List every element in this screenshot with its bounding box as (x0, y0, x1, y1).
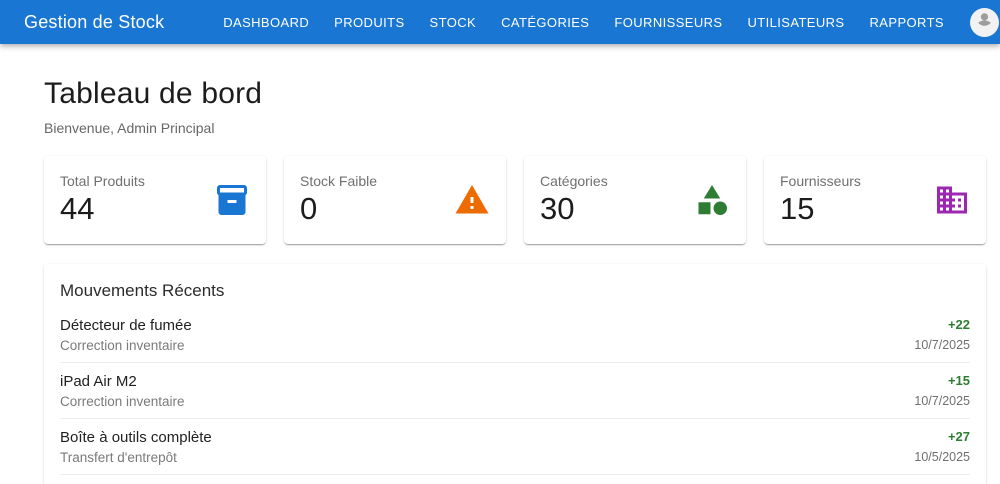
movement-product: Boîte à outils complète (60, 429, 212, 446)
movement-delta: +27 (947, 429, 970, 444)
category-shapes-icon (694, 182, 730, 218)
nav-item-produits[interactable]: PRODUITS (334, 15, 404, 30)
dashboard-content: Tableau de bord Bienvenue, Admin Princip… (44, 77, 986, 484)
main-nav: DASHBOARD PRODUITS STOCK CATÉGORIES FOUR… (223, 15, 944, 30)
stat-value: 30 (540, 191, 575, 227)
nav-item-fournisseurs[interactable]: FOURNISSEURS (614, 15, 722, 30)
stat-value: 0 (300, 191, 318, 227)
warning-triangle-icon (454, 182, 490, 218)
movement-row: Boîte à outils complète Transfert d'entr… (60, 419, 970, 475)
movement-row: Caméra IP WiFi Transfert d'entrepôt +16 … (60, 475, 970, 484)
stat-card-fournisseurs: Fournisseurs 15 (764, 156, 986, 244)
stat-label: Catégories (540, 173, 608, 190)
stat-label: Fournisseurs (780, 173, 861, 190)
stat-value: 44 (60, 191, 95, 227)
nav-item-categories[interactable]: CATÉGORIES (501, 15, 589, 30)
app-brand: Gestion de Stock (24, 11, 165, 32)
inventory-box-icon (214, 182, 250, 218)
person-icon (972, 7, 997, 37)
stats-row: Total Produits 44 Stock Faible 0 Catégor… (44, 156, 986, 244)
welcome-text: Bienvenue, Admin Principal (44, 120, 215, 136)
movement-type: Correction inventaire (60, 338, 185, 353)
stat-label: Stock Faible (300, 173, 378, 190)
movement-product: Détecteur de fumée (60, 317, 192, 334)
movement-delta: +22 (947, 317, 970, 332)
stat-card-total-produits: Total Produits 44 (44, 156, 266, 244)
nav-item-utilisateurs[interactable]: UTILISATEURS (747, 15, 844, 30)
nav-item-rapports[interactable]: RAPPORTS (870, 15, 944, 30)
movement-row: iPad Air M2 Correction inventaire +15 10… (60, 363, 970, 419)
page-title: Tableau de bord (44, 77, 263, 110)
stat-value: 15 (780, 191, 815, 227)
movement-date: 10/7/2025 (914, 338, 970, 352)
movement-product: iPad Air M2 (60, 373, 137, 390)
movement-date: 10/7/2025 (914, 394, 970, 408)
movement-type: Transfert d'entrepôt (60, 450, 177, 465)
stat-card-categories: Catégories 30 (524, 156, 746, 244)
movement-date: 10/5/2025 (914, 450, 970, 464)
movement-type: Correction inventaire (60, 394, 185, 409)
recent-movements-card: Mouvements Récents Détecteur de fumée Co… (44, 264, 986, 484)
building-icon (934, 182, 970, 218)
stat-label: Total Produits (60, 173, 145, 190)
app-header: Gestion de Stock DASHBOARD PRODUITS STOC… (0, 0, 1000, 44)
user-avatar-button[interactable] (970, 7, 999, 37)
movement-row: Détecteur de fumée Correction inventaire… (60, 307, 970, 363)
movement-delta: +15 (947, 373, 970, 388)
recent-movements-title: Mouvements Récents (60, 281, 225, 300)
nav-item-stock[interactable]: STOCK (430, 15, 477, 30)
nav-item-dashboard[interactable]: DASHBOARD (223, 15, 309, 30)
stat-card-stock-faible: Stock Faible 0 (284, 156, 506, 244)
